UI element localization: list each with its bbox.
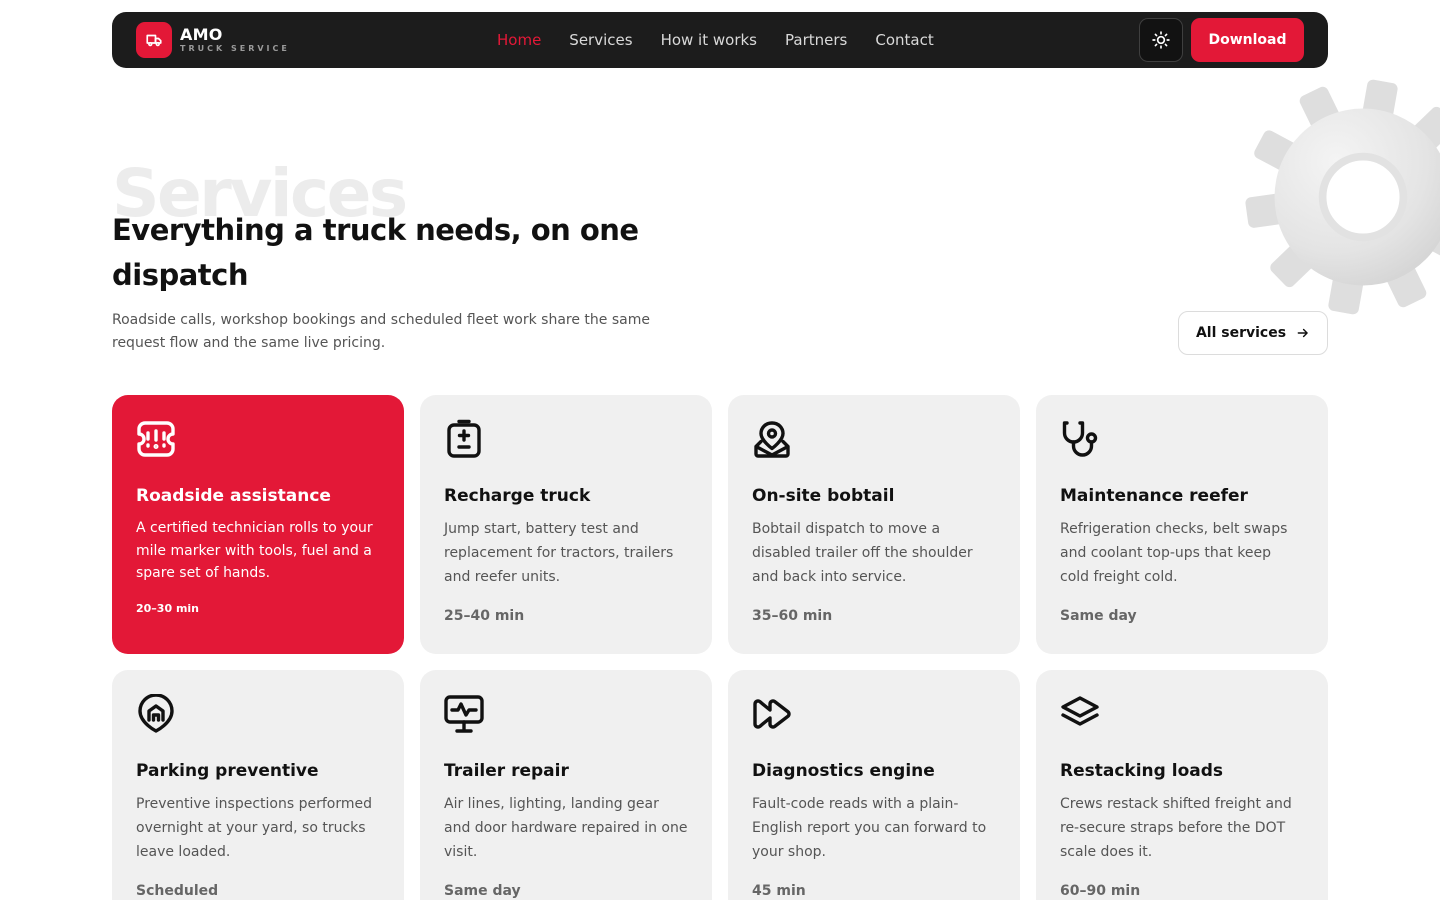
battery-icon [447,419,481,458]
services-grid: Roadside assistance A certified technici… [112,395,1328,900]
nav-link-home[interactable]: Home [497,31,541,49]
nav-link-how-it-works[interactable]: How it works [661,31,757,49]
service-eta: 35–60 min [752,608,833,624]
nav-link-contact[interactable]: Contact [875,31,933,49]
service-title: Parking preventive [136,761,319,781]
top-navbar: AMO TRUCK SERVICE Home Services How it w… [112,12,1328,68]
service-description: Jump start, battery test and replacement… [444,521,674,585]
truck-icon [136,22,172,58]
service-title: Maintenance reefer [1060,486,1248,506]
service-eta: 20–30 min [136,602,200,615]
gear-decoration-icon [1245,79,1440,315]
service-card-roadside-assistance[interactable]: Roadside assistance A certified technici… [112,395,404,654]
alert-ticket-icon [137,421,175,457]
page-title: Everything a truck needs, on one dispatc… [112,213,639,292]
service-eta: 45 min [752,883,806,899]
layers-icon [1061,696,1099,726]
service-eta: Scheduled [136,883,219,899]
brand-tagline: TRUCK SERVICE [180,44,290,53]
service-description: Crews restack shifted freight and re-sec… [1060,796,1292,860]
service-description: A certified technician rolls to your mil… [136,520,373,581]
download-button[interactable]: Download [1191,18,1304,62]
home-pin-icon [138,694,174,733]
service-title: Recharge truck [444,486,591,506]
service-card-recharge-truck[interactable]: Recharge truck Jump start, battery test … [420,395,712,654]
service-title: Roadside assistance [136,486,331,506]
arrow-right-icon [1296,326,1310,340]
service-title: Diagnostics engine [752,761,935,781]
map-pin-icon [754,421,790,458]
service-description: Preventive inspections performed overnig… [136,796,372,860]
service-card-trailer-repair[interactable]: Trailer repair Air lines, lighting, land… [420,670,712,900]
service-eta: 25–40 min [444,608,525,624]
service-description: Air lines, lighting, landing gear and do… [444,796,688,860]
service-title: Restacking loads [1060,761,1224,781]
service-title: Trailer repair [444,761,569,781]
fast-forward-icon [753,699,791,729]
service-card-diagnostics-engine[interactable]: Diagnostics engine Fault-code reads with… [728,670,1020,900]
page-subtitle: Roadside calls, workshop bookings and sc… [112,312,650,351]
brand-logo[interactable]: AMO TRUCK SERVICE [136,22,290,58]
service-card-restacking-loads[interactable]: Restacking loads Crews restack shifted f… [1036,670,1328,900]
service-description: Fault-code reads with a plain-English re… [752,796,987,860]
brand-name: AMO [180,25,223,44]
nav-link-partners[interactable]: Partners [785,31,847,49]
all-services-button[interactable]: All services [1178,311,1328,355]
service-eta: 60–90 min [1060,883,1141,899]
all-services-label: All services [1195,325,1287,341]
nav-links: Home Services How it works Partners Cont… [497,12,962,68]
service-eta: Same day [444,883,521,899]
service-eta: Same day [1060,608,1137,624]
service-card-parking-preventive[interactable]: Parking preventive Preventive inspection… [112,670,404,900]
service-description: Refrigeration checks, belt swaps and coo… [1060,521,1288,585]
sun-icon [1152,31,1170,49]
theme-toggle-button[interactable] [1139,18,1183,62]
monitor-pulse-icon [444,695,484,733]
stethoscope-icon [1062,421,1098,457]
service-card-on-site-bobtail[interactable]: On-site bobtail Bobtail dispatch to move… [728,395,1020,654]
service-description: Bobtail dispatch to move a disabled trai… [752,521,973,585]
service-card-maintenance-reefer[interactable]: Maintenance reefer Refrigeration checks,… [1036,395,1328,654]
nav-link-services[interactable]: Services [569,31,632,49]
service-title: On-site bobtail [752,486,895,506]
